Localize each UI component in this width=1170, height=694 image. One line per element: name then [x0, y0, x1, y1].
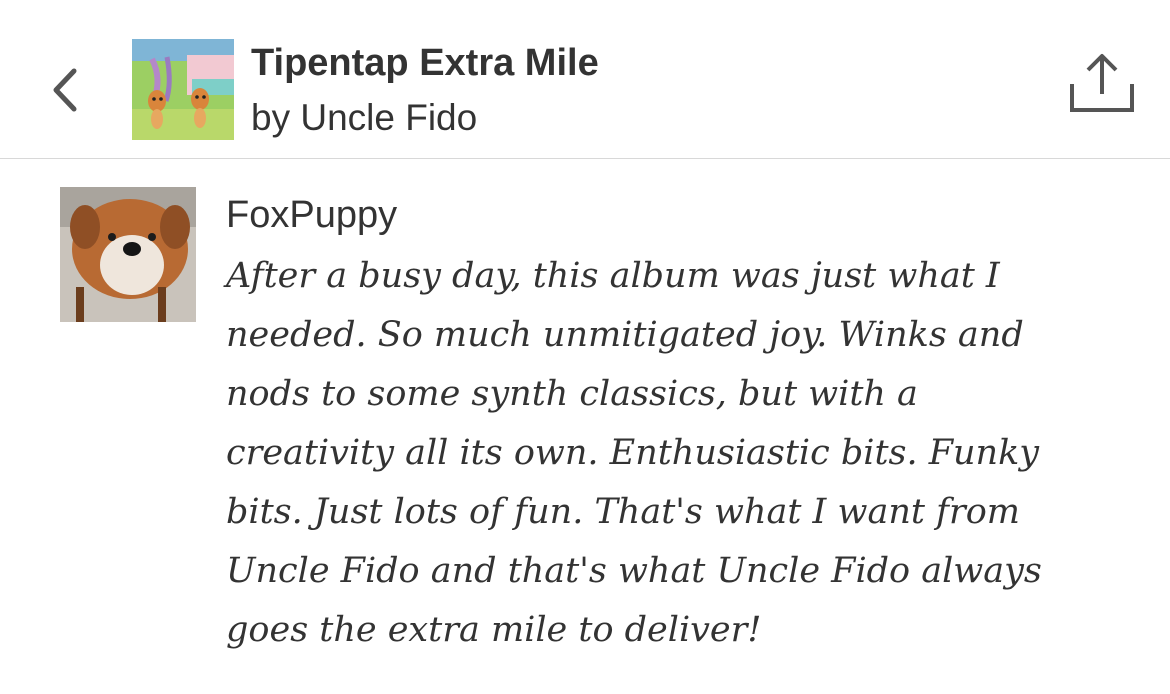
album-cover-image[interactable]: [132, 39, 234, 140]
album-header: Tipentap Extra Mile by Uncle Fido: [0, 0, 1170, 159]
album-title: Tipentap Extra Mile: [251, 42, 599, 84]
review-line: goes the extra mile to deliver!: [226, 610, 762, 650]
chevron-left-icon: [53, 68, 77, 112]
share-icon: [1070, 54, 1134, 112]
share-button[interactable]: [1064, 50, 1140, 120]
review-body: After a busy day, this album was just wh…: [226, 247, 1126, 660]
back-button[interactable]: [42, 62, 88, 118]
review-line: needed. So much unmitigated joy. Winks a…: [226, 315, 1024, 355]
review-line: Uncle Fido and that's what Uncle Fido al…: [226, 551, 1042, 591]
reviewer-name: FoxPuppy: [226, 194, 398, 236]
review-line: bits. Just lots of fun. That's what I wa…: [226, 492, 1020, 532]
review-line: creativity all its own. Enthusiastic bit…: [226, 433, 1040, 473]
reviewer-avatar[interactable]: [60, 187, 196, 322]
review-line: nods to some synth classics, but with a: [226, 374, 918, 414]
review-line: After a busy day, this album was just wh…: [226, 256, 1000, 296]
album-artist[interactable]: by Uncle Fido: [251, 97, 477, 139]
